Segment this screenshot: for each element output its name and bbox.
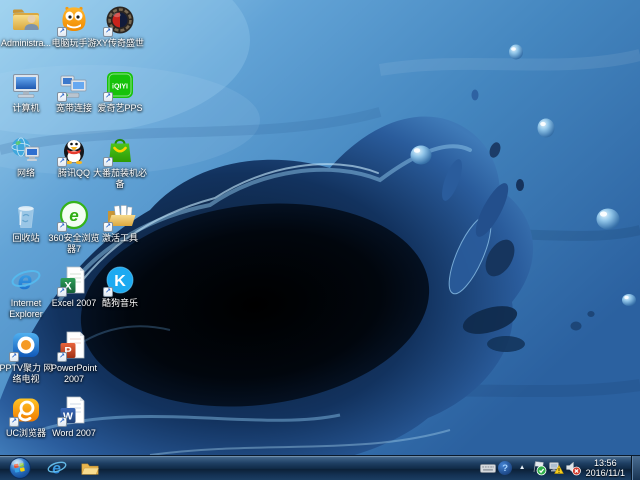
shortcut-arrow-icon: ↗ [9,417,19,427]
shortcut-arrow-icon: ↗ [57,222,67,232]
icon-label: XY传奇盛世 [95,38,144,48]
icon-label: 计算机 [12,103,40,113]
globe-network-icon [10,134,42,166]
shortcut-arrow-icon: ↗ [57,92,67,102]
qq-penguin-icon: ↗ [57,134,90,167]
desktop: Administra... ↗ 电脑玩手游 ↗ XY传奇盛世 计算机 ↗ 宽带连… [0,0,640,480]
shortcut-arrow-icon: ↗ [57,157,67,167]
show-hidden-icons-button[interactable]: ▲ [514,456,531,480]
svg-text:e: e [69,206,78,225]
clock-time: 13:56 [594,458,617,468]
icon-label: PowerPoint 2007 [50,363,98,384]
shortcut-arrow-icon: ↗ [57,417,67,427]
desktop-icon-powerpoint-2007[interactable]: P ↗ PowerPoint 2007 [44,329,104,385]
excel-icon: X ↗ [57,264,90,297]
icon-label: 爱奇艺PPS [97,103,143,113]
desktop-icon-xy-chuanqi[interactable]: ↗ XY传奇盛世 [90,4,150,49]
icon-label: 宽带连接 [55,103,92,113]
kugou-k-icon: K ↗ [103,264,136,297]
icon-label: 大番茄装机必备 [92,168,147,189]
desktop-icon-word-2007[interactable]: W ↗ Word 2007 [44,394,104,439]
red-gem-ring-icon: ↗ [103,4,136,37]
shortcut-arrow-icon: ↗ [103,287,113,297]
internet-explorer-icon: e [47,460,66,477]
desktop-icon-activation-tools[interactable]: ↗ 激活工具 [90,199,150,244]
shortcut-arrow-icon: ↗ [9,352,19,362]
input-keyboard-icon[interactable] [480,456,497,480]
taskbar: e ? ▲ 13:56 2016/11/1 [0,455,640,480]
icon-label: 酷狗音乐 [101,298,138,308]
icon-label: UC浏览器 [6,428,46,438]
show-desktop-button[interactable] [631,455,640,480]
powerpoint-icon: P ↗ [57,329,90,362]
tray-clock[interactable]: 13:56 2016/11/1 [582,458,631,478]
360-browser-e-icon: e ↗ [57,199,90,232]
desktop-icon-kugou-music[interactable]: K ↗ 酷狗音乐 [90,264,150,309]
shortcut-arrow-icon: ↗ [103,27,113,37]
svg-text:e: e [18,265,32,295]
windows-orb-icon [9,457,31,479]
open-folder-documents-icon: ↗ [103,199,136,232]
green-bag-icon: ↗ [103,134,136,167]
shortcut-arrow-icon: ↗ [103,222,113,232]
shortcut-arrow-icon: ↗ [57,287,67,297]
computer-monitor-icon [10,69,42,101]
shortcut-arrow-icon: ↗ [103,92,113,102]
shortcut-arrow-icon: ↗ [57,27,67,37]
volume-muted-icon[interactable] [565,456,582,480]
icon-label: 激活工具 [101,233,138,243]
icon-label: Word 2007 [52,428,96,438]
internet-explorer-icon: e [10,264,42,296]
help-question-tray-icon[interactable]: ? [497,456,514,480]
icon-label: 腾讯QQ [57,168,90,178]
two-computers-icon: ↗ [57,69,90,102]
recycle-bin-icon [10,199,42,231]
taskbar-ie-button[interactable]: e [41,457,72,480]
desktop-icon-datomato[interactable]: ↗ 大番茄装机必备 [90,134,150,190]
iqiyi-icon: iQIYI ↗ [103,69,136,102]
uc-squirrel-icon: ↗ [9,394,42,427]
svg-text:iQIYI: iQIYI [112,84,128,91]
clock-date: 2016/11/1 [585,468,625,478]
action-center-ok-icon[interactable] [531,456,548,480]
word-icon: W ↗ [57,394,90,427]
folder-icon [80,463,99,475]
start-button[interactable] [0,456,40,480]
shortcut-arrow-icon: ↗ [103,157,113,167]
user-folder-icon [10,4,42,36]
orange-monster-icon: ↗ [57,4,90,37]
icon-label: 网络 [16,168,35,178]
shortcut-arrow-icon: ↗ [57,352,67,362]
system-tray: ? ▲ 13:56 2016/11/1 [480,455,640,480]
pptv-icon: ↗ [9,329,42,362]
network-warning-icon[interactable] [548,456,565,480]
taskbar-explorer-button[interactable] [74,457,105,480]
icon-label: 回收站 [12,233,40,243]
desktop-icon-iqiyi-pps[interactable]: iQIYI ↗ 爱奇艺PPS [90,69,150,114]
svg-text:K: K [114,273,126,290]
